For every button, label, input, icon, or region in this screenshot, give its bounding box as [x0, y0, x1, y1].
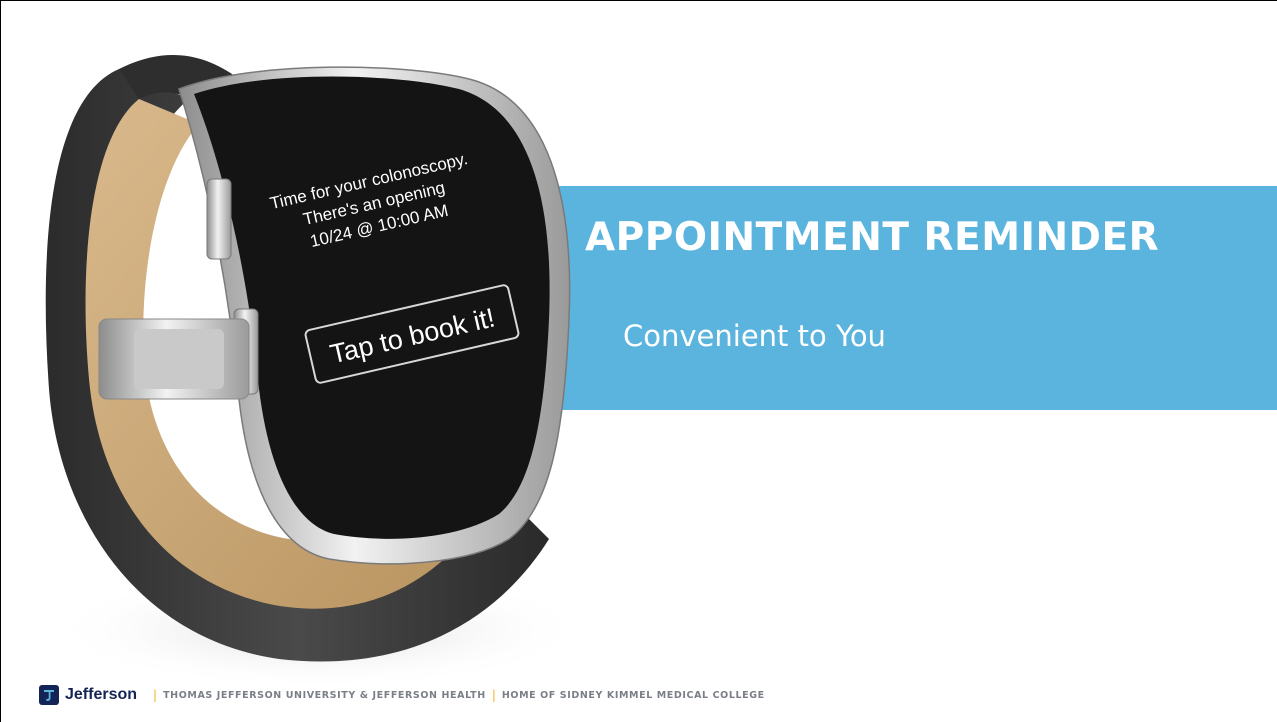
footer-separator: |: [491, 688, 496, 702]
footer: Jefferson | THOMAS JEFFERSON UNIVERSITY …: [39, 684, 765, 706]
slide-subtitle: Convenient to You: [623, 319, 886, 353]
footer-org: THOMAS JEFFERSON UNIVERSITY & JEFFERSON …: [163, 689, 486, 701]
jefferson-brand: Jefferson: [65, 686, 138, 703]
slide: Time for your colonoscopy. There's an op…: [0, 0, 1277, 722]
footer-separator: |: [153, 688, 158, 702]
slide-title: APPOINTMENT REMINDER: [585, 215, 1160, 260]
footer-tagline: HOME OF SIDNEY KIMMEL MEDICAL COLLEGE: [501, 689, 765, 701]
jefferson-logo-icon: [39, 685, 59, 705]
